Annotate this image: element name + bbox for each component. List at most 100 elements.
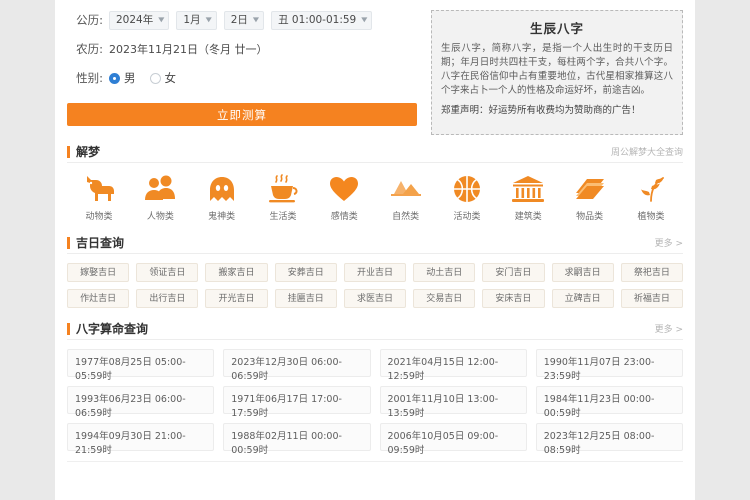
bottom-divider xyxy=(67,461,683,462)
luckyday-tag[interactable]: 作灶吉日 xyxy=(67,289,130,308)
luckyday-tag[interactable]: 安门吉日 xyxy=(482,263,545,282)
bazi-query-section: 八字算命查询 更多 > 1977年08月25日 05:00-05:59时 202… xyxy=(67,322,683,461)
dream-section-header: 解梦 周公解梦大全查询 xyxy=(67,145,683,163)
bazi-date-card[interactable]: 1977年08月25日 05:00-05:59时 xyxy=(67,349,215,382)
year-select[interactable]: 2024年 ▼ xyxy=(109,10,170,30)
bazi-date-card[interactable]: 2001年11月10日 13:00-13:59时 xyxy=(379,386,527,419)
info-column: 生辰八字 生辰八字，简称八字，是指一个人出生时的干支历日期；年月日时共四柱干支，… xyxy=(431,10,683,135)
luckyday-tag[interactable]: 祭祀吉日 xyxy=(620,263,683,282)
info-panel-title: 生辰八字 xyxy=(529,21,584,36)
luckyday-tag[interactable]: 安葬吉日 xyxy=(274,263,337,282)
chevron-down-icon: ▼ xyxy=(252,16,260,24)
dream-category-animal[interactable]: 动物类 xyxy=(71,172,127,222)
luckyday-section-title: 吉日查询 xyxy=(67,236,124,249)
page-container: 公历: 2024年 ▼ 1月 ▼ 2日 ▼ 丑 01:00-01:59 ▼ 农历… xyxy=(55,0,695,500)
luckyday-tag[interactable]: 嫁娶吉日 xyxy=(67,263,130,282)
month-value: 1月 xyxy=(183,14,201,26)
dream-category-label: 人物类 xyxy=(146,212,174,222)
luckyday-tag[interactable]: 立碑吉日 xyxy=(551,289,614,308)
luckyday-section-header: 吉日查询 更多 > xyxy=(67,236,683,254)
luckyday-tag[interactable]: 搬家吉日 xyxy=(205,263,268,282)
luckyday-tag[interactable]: 领证吉日 xyxy=(136,263,199,282)
month-select[interactable]: 1月 ▼ xyxy=(176,10,217,30)
luckyday-tag[interactable]: 求嗣吉日 xyxy=(551,263,614,282)
dream-more-link[interactable]: 周公解梦大全查询 xyxy=(611,145,683,158)
dog-icon xyxy=(71,172,127,206)
page-margin-left xyxy=(0,0,55,500)
bazi-date-card[interactable]: 1990年11月07日 23:00-23:59时 xyxy=(535,349,683,382)
gender-female-label: 女 xyxy=(164,71,177,85)
lunar-date-value: 2023年11月21日（冬月 廿一） xyxy=(109,43,268,56)
dream-category-label: 自然类 xyxy=(392,212,420,222)
hour-select[interactable]: 丑 01:00-01:59 ▼ xyxy=(271,10,373,30)
day-select[interactable]: 2日 ▼ xyxy=(223,10,265,30)
dream-category-ghost[interactable]: 鬼神类 xyxy=(194,172,250,222)
luckyday-tag[interactable]: 动土吉日 xyxy=(413,263,476,282)
bazi-date-card[interactable]: 1984年11月23日 00:00-00:59时 xyxy=(535,386,683,419)
bazi-more-link[interactable]: 更多 > xyxy=(655,322,683,335)
luckyday-tag[interactable]: 开业吉日 xyxy=(343,263,407,282)
bazi-query-section-title: 八字算命查询 xyxy=(67,322,148,335)
dream-category-plant[interactable]: 植物类 xyxy=(623,172,679,222)
bazi-date-card-grid: 1977年08月25日 05:00-05:59时 2023年12月30日 06:… xyxy=(67,340,683,461)
bazi-query-section-header: 八字算命查询 更多 > xyxy=(67,322,683,340)
page-margin-right xyxy=(695,0,750,500)
hour-value: 丑 01:00-01:59 xyxy=(278,14,357,26)
calculate-button[interactable]: 立即测算 xyxy=(67,103,417,126)
dream-category-label: 感情类 xyxy=(330,212,358,222)
dream-category-emotion[interactable]: 感情类 xyxy=(316,172,372,222)
dream-category-nature[interactable]: 自然类 xyxy=(378,172,434,222)
luckyday-tag[interactable]: 安床吉日 xyxy=(482,289,545,308)
dream-category-list: 动物类 人物类 鬼神类 生活类 感情类 自然类 活动类 建筑类 物品类 植物类 xyxy=(67,163,683,226)
dream-category-label: 植物类 xyxy=(637,212,665,222)
gender-option-female[interactable]: 女 xyxy=(149,70,177,86)
bazi-date-card[interactable]: 2023年12月25日 08:00-08:59时 xyxy=(535,423,683,456)
dream-section: 解梦 周公解梦大全查询 动物类 人物类 鬼神类 生活类 感情类 自然类 活动类 … xyxy=(67,145,683,226)
luckyday-more-link[interactable]: 更多 > xyxy=(655,236,683,249)
year-value: 2024年 xyxy=(116,14,154,26)
chevron-down-icon: ▼ xyxy=(361,16,368,24)
bazi-date-card[interactable]: 2021年04月15日 12:00-12:59时 xyxy=(379,349,527,382)
luckyday-tag[interactable]: 挂匾吉日 xyxy=(274,289,337,308)
luckyday-tag[interactable]: 出行吉日 xyxy=(136,289,199,308)
dream-category-object[interactable]: 物品类 xyxy=(562,172,618,222)
gender-option-male[interactable]: 男 xyxy=(109,70,136,86)
dream-category-label: 物品类 xyxy=(576,212,604,222)
radio-unselected-icon[interactable] xyxy=(149,72,161,84)
bazi-date-card[interactable]: 2006年10月05日 09:00-09:59时 xyxy=(379,423,527,456)
dream-category-life[interactable]: 生活类 xyxy=(255,172,311,222)
luckyday-tag[interactable]: 求医吉日 xyxy=(343,289,407,308)
bazi-date-card[interactable]: 1993年06月23日 06:00-06:59时 xyxy=(67,386,215,419)
bazi-date-card[interactable]: 1994年09月30日 21:00-21:59时 xyxy=(67,423,215,456)
teacup-icon xyxy=(255,172,311,206)
luckyday-tag[interactable]: 交易吉日 xyxy=(413,289,476,308)
books-icon xyxy=(562,172,618,206)
chevron-down-icon: ▼ xyxy=(158,16,165,24)
bazi-date-card[interactable]: 2023年12月30日 06:00-06:59时 xyxy=(223,349,371,382)
chevron-down-icon: ▼ xyxy=(205,16,212,24)
solar-date-label: 公历: xyxy=(76,13,103,27)
dream-category-building[interactable]: 建筑类 xyxy=(500,172,556,222)
people-icon xyxy=(132,172,188,206)
dream-category-label: 动物类 xyxy=(85,212,113,222)
gender-radio-group: 男 女 xyxy=(109,70,190,86)
gender-label: 性别: xyxy=(76,71,103,85)
dream-category-label: 生活类 xyxy=(269,212,297,222)
lunar-date-label: 农历: xyxy=(76,42,103,56)
bazi-date-card[interactable]: 1988年02月11日 00:00-00:59时 xyxy=(223,423,371,456)
luckyday-tag-grid: 嫁娶吉日 领证吉日 搬家吉日 安葬吉日 开业吉日 动土吉日 安门吉日 求嗣吉日 … xyxy=(67,254,683,312)
radio-selected-icon[interactable] xyxy=(109,72,120,84)
info-panel-body: 生辰八字，简称八字，是指一个人出生时的干支历日期；年月日时共四柱干支，每柱两个字… xyxy=(441,43,673,96)
dream-category-activity[interactable]: 活动类 xyxy=(439,172,495,222)
lunar-date-row: 农历: 2023年11月21日（冬月 廿一） xyxy=(67,39,417,59)
bazi-date-card[interactable]: 1971年06月17日 17:00-17:59时 xyxy=(223,386,371,419)
basketball-icon xyxy=(439,172,495,206)
dream-category-person[interactable]: 人物类 xyxy=(132,172,188,222)
birth-form: 公历: 2024年 ▼ 1月 ▼ 2日 ▼ 丑 01:00-01:59 ▼ 农历… xyxy=(67,10,417,135)
luckyday-section: 吉日查询 更多 > 嫁娶吉日 领证吉日 搬家吉日 安葬吉日 开业吉日 动土吉日 … xyxy=(67,236,683,312)
plant-icon xyxy=(623,172,679,206)
luckyday-tag[interactable]: 开光吉日 xyxy=(205,289,268,308)
dream-category-label: 鬼神类 xyxy=(208,212,236,222)
dream-category-label: 活动类 xyxy=(453,212,481,222)
luckyday-tag[interactable]: 祈福吉日 xyxy=(620,289,683,308)
